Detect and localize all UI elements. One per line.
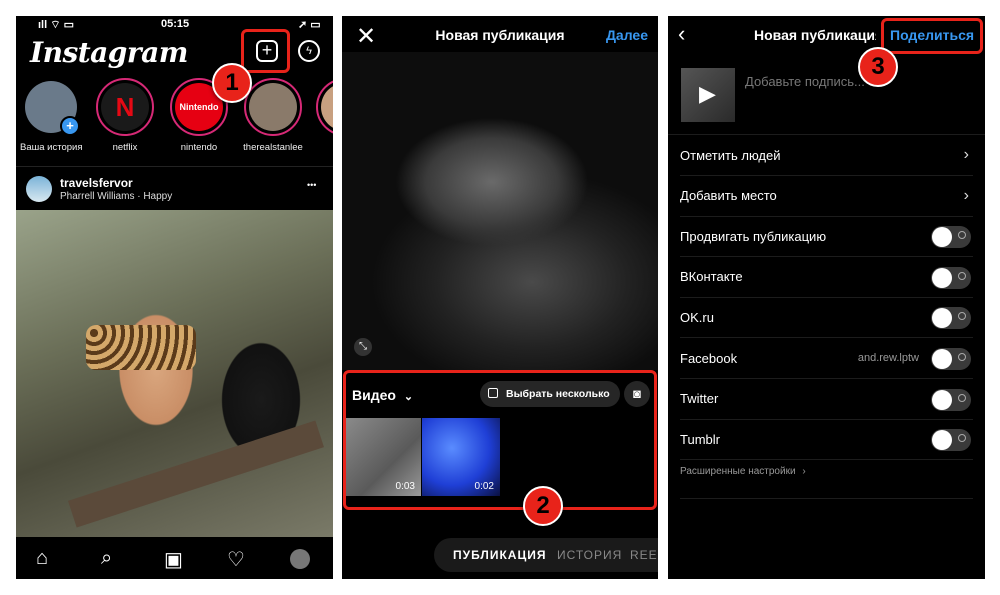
setting-row[interactable]: Добавить место › [680,176,973,217]
story-avatar [249,83,297,131]
toggle-off-icon [958,271,966,280]
toggle-off-icon [958,231,966,240]
caption-input[interactable]: Добавьте подпись... [745,74,865,89]
toggle-off-icon [958,393,966,402]
toggle-off-icon [958,312,966,321]
post-username[interactable]: travelsfervor [60,176,133,190]
linked-account: and.rew.lptw [857,352,919,364]
mode-post[interactable]: ПУБЛИКАЦИЯ [453,548,546,562]
share-screen: ‹ Новая публикация Поделиться ▶ Добавьте… [668,16,985,579]
add-story-icon[interactable]: + [60,116,80,136]
battery-icon: ➚ ▭ [298,19,321,31]
more-options-icon[interactable]: ••• [307,180,316,190]
story-label: konk [314,142,333,153]
story-item[interactable]: therealstanlee [242,78,304,153]
next-button[interactable]: Далее [606,27,648,43]
mode-story[interactable]: ИСТОРИЯ [557,548,622,562]
setting-row[interactable]: Tumblr [680,419,973,461]
back-icon[interactable]: ‹ [678,21,685,47]
highlight-new-post [241,29,290,73]
video-preview: ⤡ [342,52,658,370]
setting-label: Twitter [680,391,719,407]
chevron-right-icon: › [802,466,806,477]
story-label: nintendo [180,142,218,153]
toggle-switch[interactable] [931,307,971,330]
search-icon[interactable]: ⌕ [101,547,112,570]
story-item[interactable]: konk [314,78,333,153]
play-icon: ▶ [699,81,716,106]
setting-row[interactable]: OK.ru [680,297,973,339]
setting-label: Facebook [680,350,738,366]
setting-row[interactable]: Twitter [680,379,973,420]
status-icons: ıll ⌔ ▭ [38,19,75,31]
advanced-settings-label: Расширенные настройки [680,466,796,477]
story-item[interactable]: Nnetflix [94,78,156,153]
setting-label: ВКонтакте [680,269,743,285]
expand-icon[interactable]: ⤡ [354,338,372,356]
story-avatar: N [101,83,149,131]
leopard-print [86,325,196,370]
highlight-gallery [343,370,657,510]
heart-icon[interactable]: ♡ [227,547,245,572]
toggle-knob [932,430,952,451]
post-media[interactable] [16,210,333,537]
home-icon[interactable]: ⌂ [36,547,48,570]
reels-icon[interactable]: ▣ [164,547,183,572]
story-label: Ваша история [20,142,83,153]
story-item[interactable]: Ваша история + [20,78,82,153]
avatar[interactable] [26,176,52,202]
story-ring [244,78,302,136]
chevron-right-icon: › [963,186,969,204]
toggle-switch[interactable] [931,388,971,411]
setting-label: Продвигать публикацию [680,228,827,244]
toggle-switch[interactable] [931,226,971,249]
divider [680,498,973,499]
toggle-knob [932,349,952,369]
story-ring: N [96,78,154,136]
instagram-logo: Instagram [30,36,188,69]
setting-label: Отметить людей [680,147,781,163]
story-ring [316,78,333,136]
toggle-knob [932,308,952,329]
mode-reel[interactable]: REEL [630,548,658,562]
step-badge-1: 1 [212,63,252,103]
setting-label: Добавить место [680,188,777,204]
post-thumbnail: ▶ [681,68,735,122]
toggle-off-icon [958,353,966,361]
setting-row[interactable]: Продвигать публикацию [680,216,973,258]
profile-avatar[interactable] [290,549,310,569]
toggle-knob [932,227,952,248]
highlight-share [881,18,983,54]
toggle-switch[interactable] [931,348,971,370]
divider [16,166,333,167]
post-subtitle[interactable]: Pharrell Williams · Happy [60,191,172,202]
setting-label: OK.ru [680,309,714,325]
toggle-switch[interactable] [931,266,971,289]
setting-row[interactable]: Facebook and.rew.lptw [680,338,973,379]
step-badge-2: 2 [523,486,563,526]
feed-screen: ıll ⌔ ▭ 05:15 ➚ ▭ Instagram + ϟ Ваша ист… [16,16,333,579]
setting-row[interactable]: ВКонтакте [680,257,973,298]
setting-row[interactable]: Отметить людей › [680,135,973,176]
story-label: therealstanlee [243,142,303,153]
toggle-switch[interactable] [931,429,971,452]
header-title: Новая публикация [754,27,884,43]
setting-label: Tumblr [680,431,720,447]
toggle-off-icon [958,434,966,443]
mode-switcher: ПУБЛИКАЦИЯ ИСТОРИЯ REEL [434,538,658,572]
messenger-icon[interactable]: ϟ [298,40,320,62]
status-time: 05:15 [161,18,190,30]
step-badge-3: 3 [858,47,898,87]
bottom-nav: ⌂ ⌕ ▣ ♡ [16,537,333,579]
toggle-knob [932,267,952,288]
tree-branch [68,420,324,528]
chevron-right-icon: › [963,146,969,163]
story-avatar [321,83,333,131]
toggle-knob [932,389,952,410]
story-label: netflix [112,142,138,153]
advanced-settings-link[interactable]: Расширенные настройки › [680,466,806,477]
